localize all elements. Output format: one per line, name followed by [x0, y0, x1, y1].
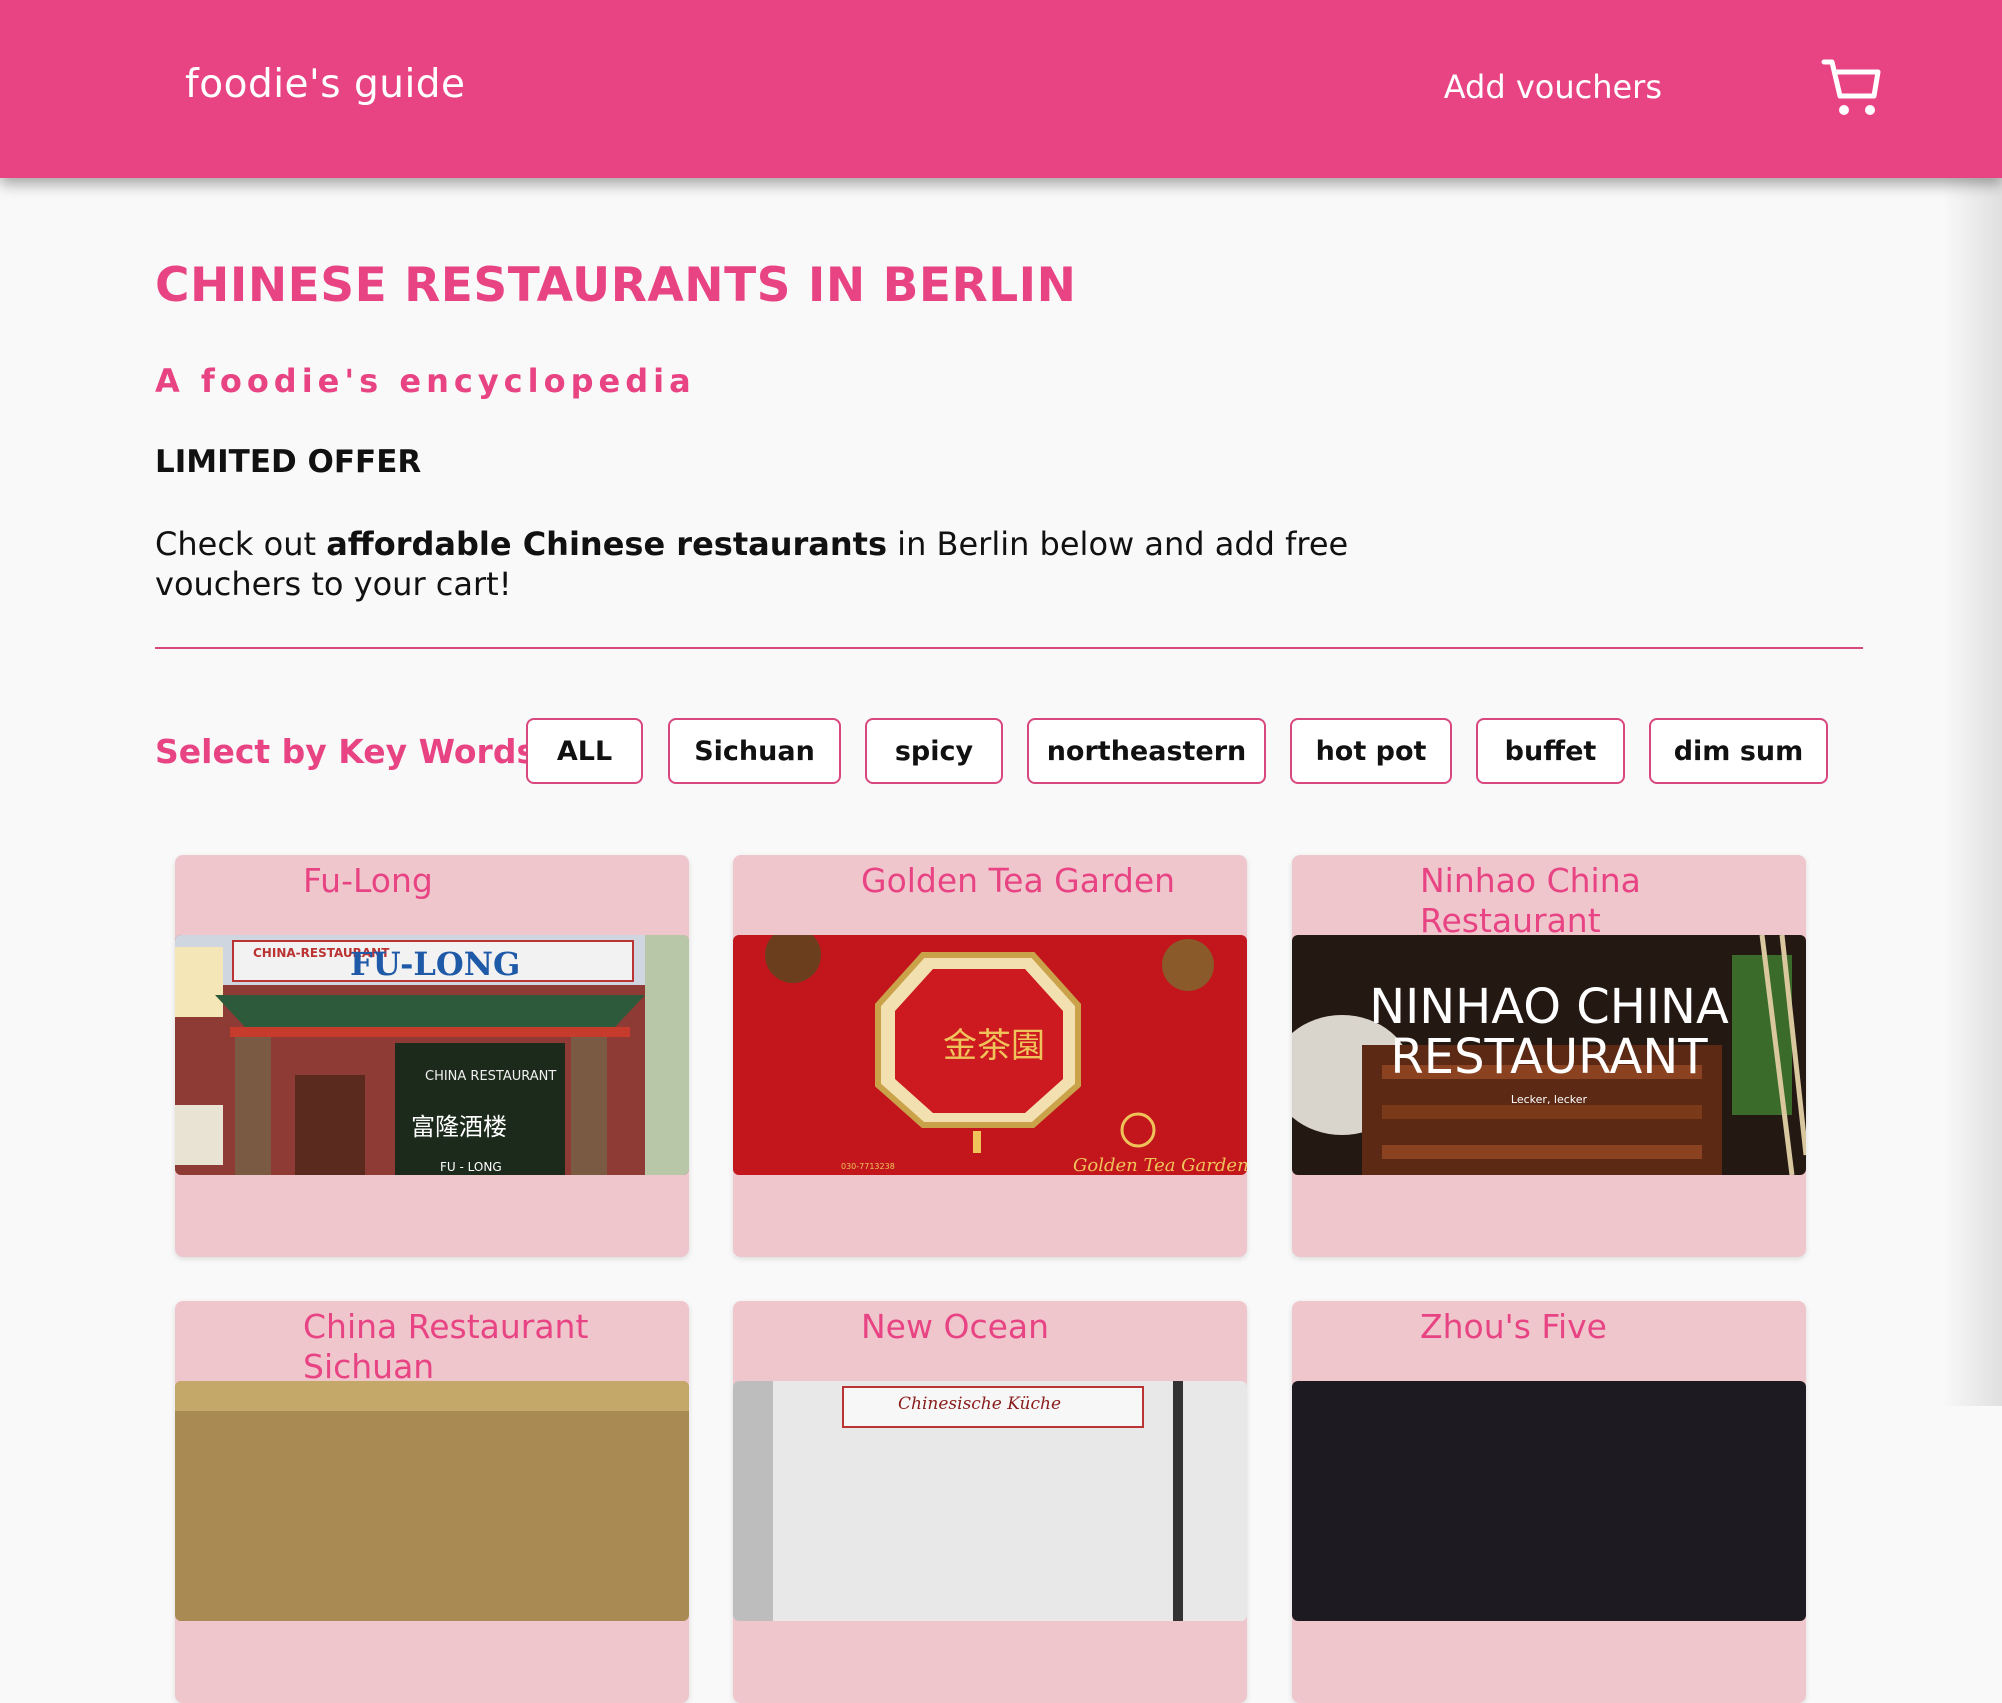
restaurant-name[interactable]: Fu-Long	[303, 861, 683, 901]
keyword-filter-label: Select by Key Words:	[155, 732, 550, 771]
filter-chip-spicy[interactable]: spicy	[865, 718, 1003, 784]
restaurant-card-golden-tea-garden[interactable]: Golden Tea Garden 金茶園 Golden Tea Garden …	[733, 855, 1247, 1257]
window-bottom-text: FU - LONG	[440, 1160, 502, 1174]
emblem-text: 金茶園	[943, 1026, 1045, 1066]
page-edge-shadow	[1942, 178, 2002, 1406]
filter-chip-sichuan[interactable]: Sichuan	[668, 718, 841, 784]
chinese-name-text: 富隆酒楼	[411, 1113, 507, 1141]
banner-line-1: NINHAO CHINA	[1369, 979, 1729, 1035]
restaurant-card-fu-long[interactable]: Fu-Long CHINA-RESTAURANT FU-LONG CHINA R…	[175, 855, 689, 1257]
restaurant-card-new-ocean[interactable]: New Ocean Chinesische Küche	[733, 1301, 1247, 1703]
filter-chip-all[interactable]: ALL	[526, 718, 643, 784]
restaurant-name[interactable]: China Restaurant Sichuan	[303, 1307, 683, 1387]
desc-text-before: Check out	[155, 525, 327, 563]
page-title: CHINESE RESTAURANTS IN BERLIN	[155, 258, 1077, 313]
top-navigation-bar: foodie's guide Add vouchers	[0, 0, 2002, 178]
filter-chip-hot-pot[interactable]: hot pot	[1290, 718, 1452, 784]
restaurant-photo[interactable]: Chinesische Küche	[733, 1381, 1247, 1621]
phone-text: 030-7713238	[841, 1162, 895, 1171]
restaurant-name[interactable]: Zhou's Five	[1420, 1307, 1800, 1347]
sign-text: FU-LONG	[350, 945, 520, 983]
window-text: CHINA RESTAURANT	[425, 1069, 556, 1084]
restaurant-name[interactable]: Ninhao China Restaurant	[1420, 861, 1800, 941]
brand-logo-text[interactable]: foodie's guide	[185, 62, 466, 107]
section-divider	[155, 647, 1863, 649]
restaurant-photo[interactable]: NINHAO CHINA RESTAURANT Lecker, lecker	[1292, 935, 1806, 1175]
restaurant-photo[interactable]	[1292, 1381, 1806, 1621]
banner-line-2: RESTAURANT	[1390, 1029, 1708, 1085]
offer-description: Check out affordable Chinese restaurants…	[155, 524, 1385, 604]
restaurant-card-zhous-five[interactable]: Zhou's Five	[1292, 1301, 1806, 1703]
restaurant-card-ninhao-china[interactable]: Ninhao China Restaurant NINHAO CHINA RES…	[1292, 855, 1806, 1257]
tagline-text: Lecker, lecker	[1511, 1093, 1588, 1106]
restaurant-name[interactable]: New Ocean	[861, 1307, 1241, 1347]
sign-text: Chinesische Küche	[898, 1394, 1061, 1414]
filter-chip-northeastern[interactable]: northeastern	[1027, 718, 1266, 784]
filter-chip-buffet[interactable]: buffet	[1476, 718, 1625, 784]
page-subtitle: A foodie's encyclopedia	[155, 362, 696, 400]
restaurant-photo[interactable]	[175, 1381, 689, 1621]
filter-chip-dim-sum[interactable]: dim sum	[1649, 718, 1828, 784]
desc-highlight: affordable Chinese restaurants	[326, 525, 887, 563]
shopping-cart-icon[interactable]	[1820, 56, 1884, 120]
footer-text: Golden Tea Garden	[1073, 1155, 1247, 1175]
restaurant-photo[interactable]: CHINA-RESTAURANT FU-LONG CHINA RESTAURAN…	[175, 935, 689, 1175]
limited-offer-heading: LIMITED OFFER	[155, 444, 422, 480]
restaurant-card-china-restaurant-sichuan[interactable]: China Restaurant Sichuan	[175, 1301, 689, 1703]
restaurant-photo[interactable]: 金茶園 Golden Tea Garden 030-7713238	[733, 935, 1247, 1175]
restaurant-name[interactable]: Golden Tea Garden	[861, 861, 1241, 901]
add-vouchers-link[interactable]: Add vouchers	[1444, 68, 1662, 106]
